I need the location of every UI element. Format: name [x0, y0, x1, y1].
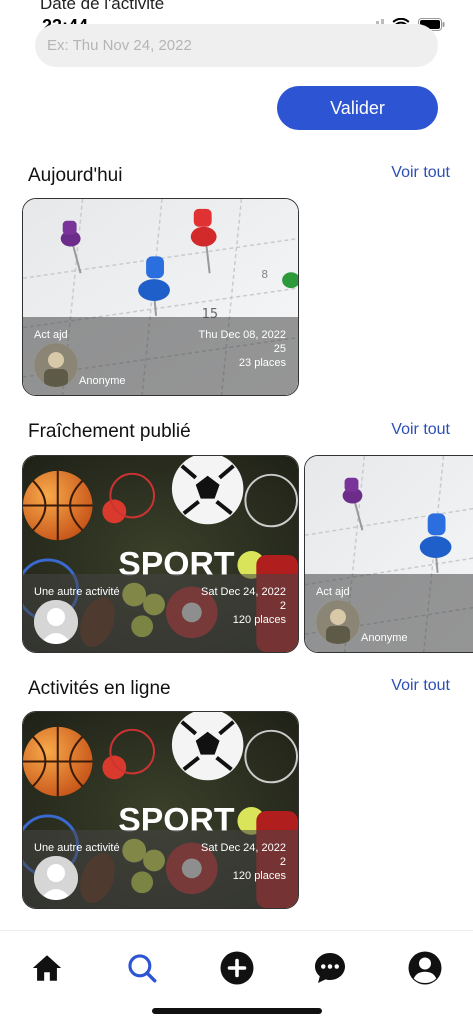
card-count: 2	[279, 856, 286, 868]
svg-text:8: 8	[261, 268, 268, 281]
avatar	[34, 856, 78, 900]
activity-card[interactable]: 15 8 Act ajd Thu Dec 08, 2022 25 23 plac…	[22, 198, 299, 396]
card-date: Thu Dec 08, 2022	[198, 329, 286, 341]
tab-add[interactable]	[218, 949, 256, 987]
card-title: Une autre activité	[34, 842, 120, 854]
card-title: Act ajd	[34, 329, 68, 341]
card-date: Sat Dec 24, 2022	[200, 586, 286, 598]
card-user: Anonyme	[79, 375, 126, 387]
card-user: Anonyme	[361, 632, 408, 644]
card-places: 23 places	[238, 357, 286, 369]
tab-messages[interactable]	[311, 949, 349, 987]
card-count: 2	[279, 600, 286, 612]
avatar	[316, 600, 360, 644]
card-places: 120 places	[232, 614, 286, 626]
card-places: 120 places	[232, 870, 286, 882]
default-avatar-icon	[34, 856, 78, 900]
home-indicator	[152, 1008, 322, 1014]
avatar-photo-icon	[34, 343, 78, 387]
default-avatar-icon	[34, 600, 78, 644]
add-circle-icon	[220, 951, 254, 985]
tab-profile[interactable]	[406, 949, 444, 987]
validate-button[interactable]: Valider	[277, 86, 438, 130]
avatar	[34, 600, 78, 644]
tab-home[interactable]	[28, 949, 66, 987]
card-date: Sat Dec 24, 2022	[200, 842, 286, 854]
see-all-today-link[interactable]: Voir tout	[391, 164, 450, 182]
activity-card[interactable]: SPORT Une autre activité Sat Dec 24, 202…	[22, 455, 299, 653]
chat-icon	[315, 953, 345, 983]
section-title-today: Aujourd'hui	[28, 165, 123, 186]
card-title: Act ajd	[316, 586, 350, 598]
activity-card[interactable]: SPORT Une autre activité Sat Dec 24, 202…	[22, 711, 299, 909]
activity-card[interactable]: Act ajd Anonyme	[304, 455, 473, 653]
home-icon	[32, 955, 62, 981]
card-title: Une autre activité	[34, 586, 120, 598]
see-all-online-link[interactable]: Voir tout	[391, 677, 450, 695]
date-field-label: Date de l'activité	[40, 0, 165, 13]
section-title-new: Fraîchement publié	[28, 421, 191, 442]
card-count: 25	[273, 343, 286, 355]
section-title-online: Activités en ligne	[28, 678, 171, 699]
see-all-new-link[interactable]: Voir tout	[391, 421, 450, 439]
avatar	[34, 343, 78, 387]
tab-search[interactable]	[123, 949, 161, 987]
profile-icon	[408, 951, 442, 985]
date-input[interactable]	[35, 24, 438, 67]
avatar-photo-icon	[316, 600, 360, 644]
search-icon	[128, 954, 157, 983]
